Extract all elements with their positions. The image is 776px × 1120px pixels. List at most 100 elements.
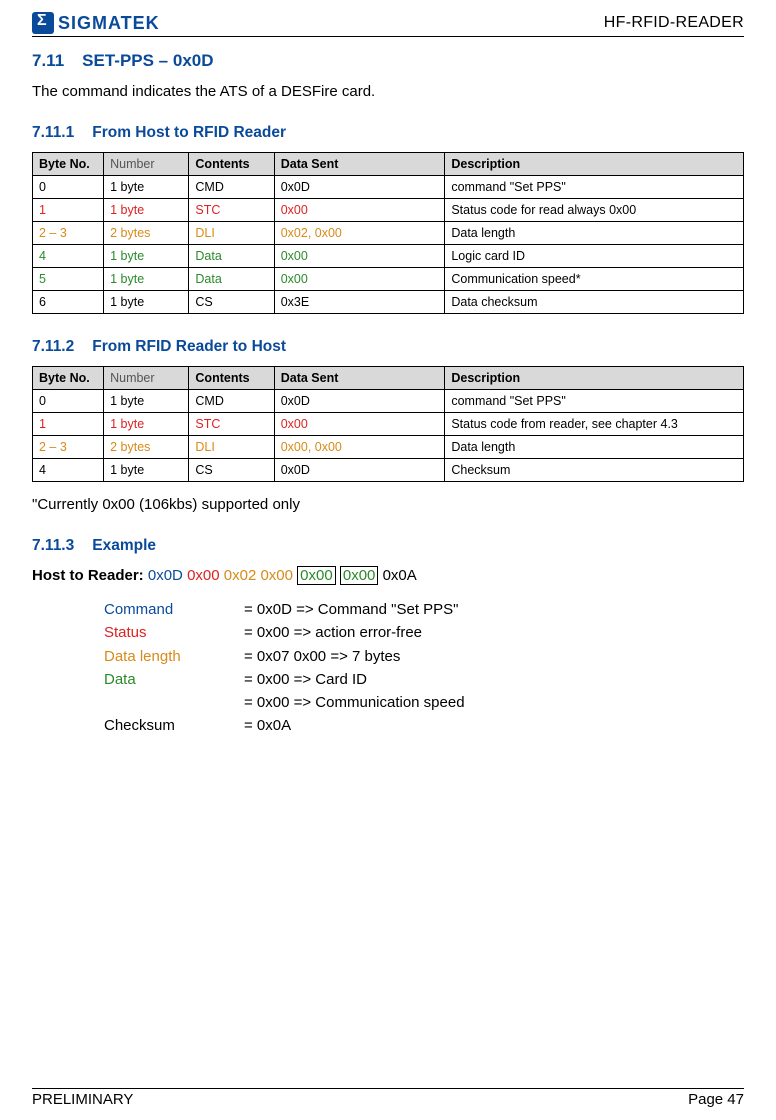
cell-ds: 0x0D <box>274 459 445 482</box>
col-description: Description <box>445 367 744 390</box>
subsection-title: Example <box>92 537 156 554</box>
example-line: Host to Reader: 0x0D 0x00 0x02 0x00 0x00… <box>32 567 744 584</box>
cell-num: 1 byte <box>104 199 189 222</box>
subsection-number: 7.11.3 <box>32 537 74 554</box>
footer-left: PRELIMINARY <box>32 1091 133 1108</box>
subsection-heading: 7.11.3 Example <box>32 537 744 555</box>
legend-block: Command = 0x0D => Command "Set PPS" Stat… <box>104 598 744 738</box>
hex-data2: 0x00 <box>340 566 379 585</box>
cell-desc: Data checksum <box>445 291 744 314</box>
footnote: "Currently 0x00 (106kbs) supported only <box>32 496 744 513</box>
cell-bn: 2 – 3 <box>33 436 104 459</box>
legend-row: = 0x00 => Communication speed <box>104 691 744 714</box>
cell-con: DLI <box>189 436 274 459</box>
cell-bn: 0 <box>33 176 104 199</box>
cell-ds: 0x00 <box>274 268 445 291</box>
cell-num: 1 byte <box>104 413 189 436</box>
legend-status-value: = 0x00 => action error-free <box>244 621 422 644</box>
cell-ds: 0x00, 0x00 <box>274 436 445 459</box>
table-row: 11 byteSTC0x00Status code for read alway… <box>33 199 744 222</box>
cell-con: DLI <box>189 222 274 245</box>
cell-ds: 0x02, 0x00 <box>274 222 445 245</box>
cell-ds: 0x0D <box>274 176 445 199</box>
legend-row: Data length = 0x07 0x00 => 7 bytes <box>104 645 744 668</box>
legend-data-value2: = 0x00 => Communication speed <box>244 691 465 714</box>
legend-row: Status = 0x00 => action error-free <box>104 621 744 644</box>
cell-bn: 5 <box>33 268 104 291</box>
cell-num: 2 bytes <box>104 222 189 245</box>
cell-con: Data <box>189 268 274 291</box>
cell-ds: 0x0D <box>274 390 445 413</box>
legend-checksum-value: = 0x0A <box>244 714 291 737</box>
cell-num: 1 byte <box>104 176 189 199</box>
hex-data1: 0x00 <box>297 566 336 585</box>
section-heading: 7.11SET-PPS – 0x0D <box>32 51 744 71</box>
section-intro: The command indicates the ATS of a DESFi… <box>32 83 744 100</box>
page-footer: PRELIMINARY Page 47 <box>32 1088 744 1108</box>
hex-status: 0x00 <box>187 567 220 584</box>
cell-desc: Status code from reader, see chapter 4.3 <box>445 413 744 436</box>
legend-row: Data = 0x00 => Card ID <box>104 668 744 691</box>
cell-desc: command "Set PPS" <box>445 390 744 413</box>
legend-data-value1: = 0x00 => Card ID <box>244 668 367 691</box>
cell-desc: Data length <box>445 436 744 459</box>
legend-datalen-label: Data length <box>104 645 244 668</box>
table-row: 01 byteCMD0x0Dcommand "Set PPS" <box>33 390 744 413</box>
cell-desc: command "Set PPS" <box>445 176 744 199</box>
cell-num: 1 byte <box>104 459 189 482</box>
cell-ds: 0x00 <box>274 245 445 268</box>
col-byteno: Byte No. <box>33 153 104 176</box>
sigma-icon <box>32 12 54 34</box>
legend-row: Checksum = 0x0A <box>104 714 744 737</box>
subsection-number: 7.11.1 <box>32 124 74 141</box>
table-row: 2 – 32 bytesDLI0x02, 0x00Data length <box>33 222 744 245</box>
table-row: 41 byteData0x00Logic card ID <box>33 245 744 268</box>
legend-row: Command = 0x0D => Command "Set PPS" <box>104 598 744 621</box>
host-to-reader-table: Byte No. Number Contents Data Sent Descr… <box>32 152 744 314</box>
cell-num: 1 byte <box>104 268 189 291</box>
cell-bn: 4 <box>33 459 104 482</box>
footer-right: Page 47 <box>688 1091 744 1108</box>
col-number: Number <box>104 153 189 176</box>
legend-checksum-label: Checksum <box>104 714 244 737</box>
cell-desc: Status code for read always 0x00 <box>445 199 744 222</box>
cell-con: Data <box>189 245 274 268</box>
subsection-number: 7.11.2 <box>32 338 74 355</box>
table-row: 61 byteCS0x3EData checksum <box>33 291 744 314</box>
hex-cmd: 0x0D <box>148 567 183 584</box>
cell-bn: 4 <box>33 245 104 268</box>
hex-cs: 0x0A <box>383 567 417 584</box>
logo-text: SIGMATEK <box>58 13 160 34</box>
table-row: 2 – 32 bytesDLI0x00, 0x00Data length <box>33 436 744 459</box>
cell-bn: 6 <box>33 291 104 314</box>
table-row: 01 byteCMD0x0Dcommand "Set PPS" <box>33 176 744 199</box>
section-title: SET-PPS – 0x0D <box>82 51 213 70</box>
legend-datalen-value: = 0x07 0x00 => 7 bytes <box>244 645 400 668</box>
col-datasent: Data Sent <box>274 153 445 176</box>
col-contents: Contents <box>189 153 274 176</box>
legend-data-label: Data <box>104 668 244 691</box>
cell-num: 1 byte <box>104 390 189 413</box>
cell-desc: Logic card ID <box>445 245 744 268</box>
cell-num: 2 bytes <box>104 436 189 459</box>
legend-command-label: Command <box>104 598 244 621</box>
table-header-row: Byte No. Number Contents Data Sent Descr… <box>33 367 744 390</box>
cell-ds: 0x00 <box>274 199 445 222</box>
page-header: SIGMATEK HF-RFID-READER <box>32 12 744 37</box>
col-contents: Contents <box>189 367 274 390</box>
cell-bn: 2 – 3 <box>33 222 104 245</box>
cell-con: CS <box>189 459 274 482</box>
hex-dli2: 0x00 <box>260 567 293 584</box>
document-title: HF-RFID-READER <box>604 14 744 32</box>
table-row: 11 byteSTC0x00Status code from reader, s… <box>33 413 744 436</box>
cell-bn: 1 <box>33 413 104 436</box>
cell-num: 1 byte <box>104 245 189 268</box>
cell-desc: Checksum <box>445 459 744 482</box>
table-row: 51 byteData0x00Communication speed* <box>33 268 744 291</box>
subsection-title: From Host to RFID Reader <box>92 124 286 141</box>
cell-desc: Data length <box>445 222 744 245</box>
cell-bn: 1 <box>33 199 104 222</box>
col-byteno: Byte No. <box>33 367 104 390</box>
legend-empty-label <box>104 691 244 714</box>
example-lead: Host to Reader: <box>32 567 144 584</box>
